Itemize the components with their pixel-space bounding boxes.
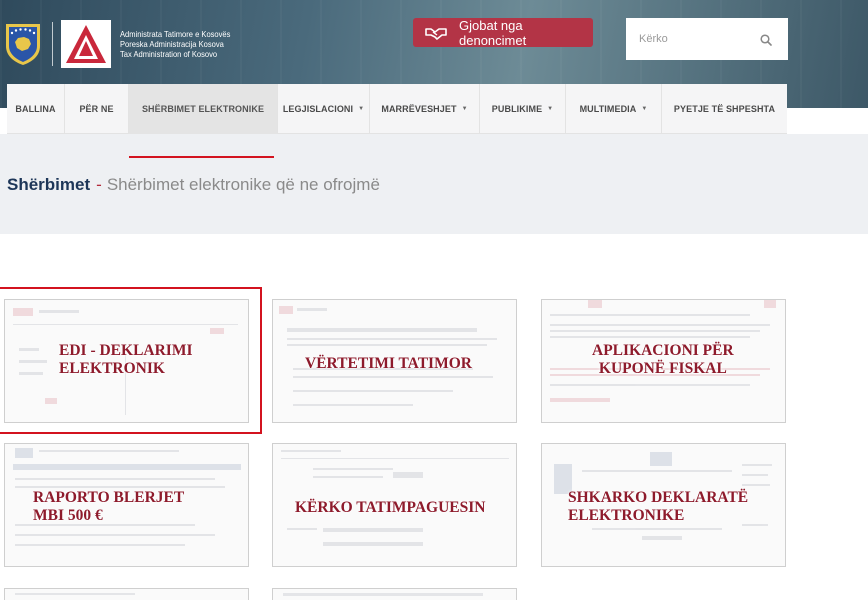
chevron-down-icon: ▼: [461, 106, 468, 112]
nav-item-per-ne[interactable]: PËR NE: [65, 84, 129, 134]
nav-item-marreveshjet[interactable]: MARRËVESHJET ▼: [370, 84, 480, 134]
service-card-kerko-tatimpaguesin[interactable]: KËRKO TATIMPAGUESIN: [272, 443, 517, 567]
card-label: RAPORTO BLERJET MBI 500 €: [33, 489, 184, 525]
org-name-albanian: Administrata Tatimore e Kosovës: [120, 29, 231, 39]
chevron-down-icon: ▼: [547, 106, 554, 112]
org-names: Administrata Tatimore e Kosovës Poreska …: [120, 29, 230, 59]
handshake-icon: [425, 26, 447, 40]
org-name-english: Tax Administration of Kosovo: [120, 49, 218, 59]
card-label: APLIKACIONI PËR KUPONË FISKAL: [592, 342, 734, 378]
org-name-serbian: Poreska Administracija Kosova: [120, 39, 224, 49]
card-label: EDI - DEKLARIMI ELEKTRONIK: [59, 342, 192, 378]
page-subtitle: Shërbimet elektronike që ne ofrojmë: [106, 175, 380, 194]
service-card-kupone-fiskal[interactable]: APLIKACIONI PËR KUPONË FISKAL: [541, 299, 786, 423]
nav-label: PYETJE TË SHPESHTA: [673, 104, 776, 114]
page-title-bold: Shërbimet: [7, 175, 91, 194]
chevron-down-icon: ▼: [641, 106, 648, 112]
card-label-line: ELEKTRONIK: [59, 360, 165, 377]
nav-item-ballina[interactable]: BALLINA: [7, 84, 65, 134]
main-navbar: BALLINA PËR NE SHËRBIMET ELEKTRONIKE LEG…: [7, 84, 787, 134]
service-card-vertetimi[interactable]: VËRTETIMI TATIMOR: [272, 299, 517, 423]
nav-label: MULTIMEDIA: [579, 104, 637, 114]
logo-divider: [52, 22, 53, 66]
service-card-edi[interactable]: EDI - DEKLARIMI ELEKTRONIK: [4, 299, 249, 423]
nav-item-legjislacioni[interactable]: LEGJISLACIONI ▼: [278, 84, 370, 134]
card-label-line: SHKARKO DEKLARATË: [568, 489, 749, 506]
card-label-line: KËRKO TATIMPAGUESIN: [295, 499, 486, 516]
active-nav-underline: [129, 156, 274, 158]
search-icon[interactable]: [760, 33, 772, 46]
card-thumbnail: [5, 589, 248, 600]
kosovo-emblem-icon: [4, 22, 42, 66]
chevron-down-icon: ▼: [358, 106, 365, 112]
nav-item-multimedia[interactable]: MULTIMEDIA ▼: [566, 84, 662, 134]
service-card-raporto-blerjet[interactable]: RAPORTO BLERJET MBI 500 €: [4, 443, 249, 567]
card-label-line: APLIKACIONI PËR: [592, 342, 734, 359]
nav-label: PUBLIKIME: [491, 104, 543, 114]
card-label: VËRTETIMI TATIMOR: [305, 355, 472, 373]
service-card-partial[interactable]: [272, 588, 517, 600]
title-separator: -: [96, 175, 102, 194]
nav-label: MARRËVESHJET: [381, 104, 457, 114]
card-label: KËRKO TATIMPAGUESIN: [295, 499, 485, 517]
search-input[interactable]: [639, 33, 757, 45]
gjobat-label: Gjobat nga denoncimet: [459, 17, 527, 48]
nav-label: LEGJISLACIONI: [282, 104, 354, 114]
nav-label: PËR NE: [79, 104, 114, 114]
nav-item-pyetje[interactable]: PYETJE TË SHPESHTA: [662, 84, 787, 134]
card-label-line: VËRTETIMI TATIMOR: [305, 355, 472, 372]
card-label-line: KUPONË FISKAL: [598, 360, 727, 377]
search-box: [626, 18, 788, 60]
gjobat-button[interactable]: Gjobat nga denoncimet: [413, 17, 593, 48]
card-label-line: RAPORTO BLERJET: [33, 489, 185, 506]
tak-logo-icon: [61, 20, 111, 68]
logo-area[interactable]: Administrata Tatimore e Kosovës Poreska …: [0, 18, 245, 70]
service-card-shkarko-deklarate[interactable]: SHKARKO DEKLARATË ELEKTRONIKE: [541, 443, 786, 567]
nav-item-publikime[interactable]: PUBLIKIME ▼: [480, 84, 566, 134]
card-thumbnail: [273, 589, 516, 600]
card-label-line: EDI - DEKLARIMI: [59, 342, 193, 359]
card-label-line: ELEKTRONIKE: [568, 507, 685, 524]
card-label: SHKARKO DEKLARATË ELEKTRONIKE: [568, 489, 748, 525]
nav-label: BALLINA: [15, 104, 56, 114]
nav-item-sherbimet-elektronike[interactable]: SHËRBIMET ELEKTRONIKE: [129, 84, 278, 134]
service-card-partial[interactable]: [4, 588, 249, 600]
page-title: Shërbimet - Shërbimet elektronike që ne of…: [7, 175, 380, 195]
card-label-line: MBI 500 €: [33, 507, 103, 524]
nav-label: SHËRBIMET ELEKTRONIKE: [141, 104, 265, 114]
